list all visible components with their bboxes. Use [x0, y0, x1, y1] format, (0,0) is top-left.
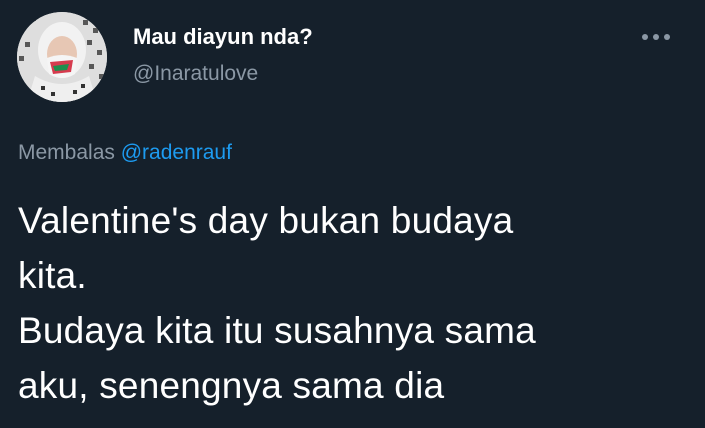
more-options-button[interactable]: [636, 24, 676, 50]
tweet-text-line: Valentine's day bukan budaya: [18, 200, 514, 241]
more-horizontal-icon: [642, 34, 670, 40]
tweet-text-line: aku, senengnya sama dia: [18, 365, 445, 406]
tweet-text-line: Budaya kita itu susahnya sama: [18, 310, 536, 351]
reply-mention-link[interactable]: @radenrauf: [121, 141, 232, 164]
tweet-text: Valentine's day bukan budaya kita. Buday…: [18, 193, 688, 413]
avatar[interactable]: [17, 12, 107, 102]
reply-context: Membalas @radenrauf: [18, 141, 232, 165]
avatar-image: [17, 12, 107, 102]
tweet-card: Mau diayun nda? @Inaratulove Membalas @r…: [0, 0, 705, 428]
display-name[interactable]: Mau diayun nda?: [133, 24, 313, 50]
tweet-text-line: kita.: [18, 255, 87, 296]
user-handle[interactable]: @Inaratulove: [133, 62, 258, 86]
reply-prefix: Membalas: [18, 141, 115, 164]
